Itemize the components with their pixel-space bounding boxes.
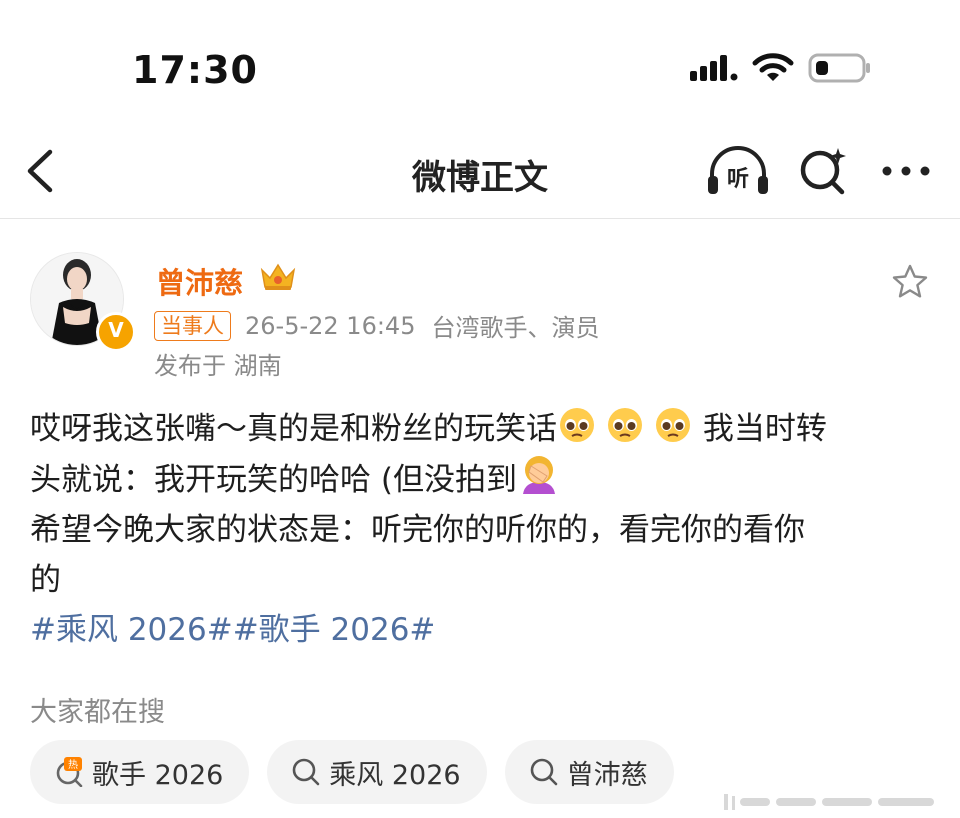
chip-label: 乘风 2026 — [329, 759, 461, 791]
party-tag: 当事人 — [154, 310, 231, 341]
favorite-star-icon[interactable] — [890, 262, 930, 302]
svg-text:热: 热 — [68, 758, 78, 771]
more-icon[interactable] — [880, 160, 932, 182]
post-line-1: 哎呀我这张嘴～真的是和粉丝的玩笑话 我当时转 — [30, 404, 935, 454]
watermark-bars-icon — [724, 794, 934, 810]
facepalm-emoji — [522, 456, 555, 494]
author-description: 台湾歌手、演员 — [431, 314, 600, 342]
post-line-1-tail: 我当时转 — [693, 411, 827, 447]
hot-search-chip[interactable]: 曾沛慈 — [504, 740, 674, 804]
pleading-face-emoji — [656, 408, 690, 442]
listen-button[interactable]: 听 — [706, 146, 770, 198]
post-body: 哎呀我这张嘴～真的是和粉丝的玩笑话 我当时转 头就说：我开玩笑的哈哈 (但没拍到… — [30, 404, 935, 655]
hot-search-chip[interactable]: 乘风 2026 — [267, 740, 487, 804]
cellular-signal-icon — [690, 55, 738, 81]
hot-search-chip[interactable]: 热 歌手 2026 — [30, 740, 250, 804]
post-time: 26-5-22 16:45 — [245, 311, 416, 340]
verified-badge: V — [96, 312, 136, 352]
hot-search-title: 大家都在搜 — [30, 697, 165, 728]
search-icon — [292, 758, 320, 786]
author-name[interactable]: 曾沛慈 — [156, 260, 243, 302]
post-meta: 当事人 26-5-22 16:45 台湾歌手、演员 — [154, 308, 599, 343]
chip-label: 曾沛慈 — [566, 759, 648, 791]
status-icons — [690, 52, 872, 84]
post-line-4: 的 — [30, 562, 61, 598]
post-line-2-text: 头就说：我开玩笑的哈哈 (但没拍到 — [30, 462, 517, 498]
author-avatar[interactable]: V — [30, 252, 136, 352]
search-icon — [530, 758, 557, 786]
hot-icon: 热 — [56, 757, 83, 787]
hot-search-chips: 热 歌手 2026 乘风 2026 曾沛慈 — [30, 740, 674, 804]
battery-icon — [808, 53, 870, 83]
headphones-icon: 听 — [708, 146, 768, 194]
wifi-icon — [752, 53, 794, 81]
pleading-face-emoji — [560, 408, 594, 442]
nav-divider — [0, 218, 960, 219]
chip-label: 歌手 2026 — [92, 759, 224, 791]
status-time: 17:30 — [132, 48, 258, 92]
post-line-2: 头就说：我开玩笑的哈哈 (但没拍到 — [30, 454, 935, 505]
post-line-1-text: 哎呀我这张嘴～真的是和粉丝的玩笑话 — [30, 411, 557, 447]
post-location: 发布于 湖南 — [154, 352, 282, 380]
search-sparkle-icon[interactable] — [798, 146, 850, 196]
hashtag-link[interactable]: #乘风 2026##歌手 2026# — [30, 605, 935, 655]
crown-icon — [260, 263, 296, 290]
pleading-face-emoji — [608, 408, 642, 442]
listen-label: 听 — [727, 167, 749, 192]
post-line-3: 希望今晚大家的状态是：听完你的听你的，看完你的看你 — [30, 512, 805, 548]
